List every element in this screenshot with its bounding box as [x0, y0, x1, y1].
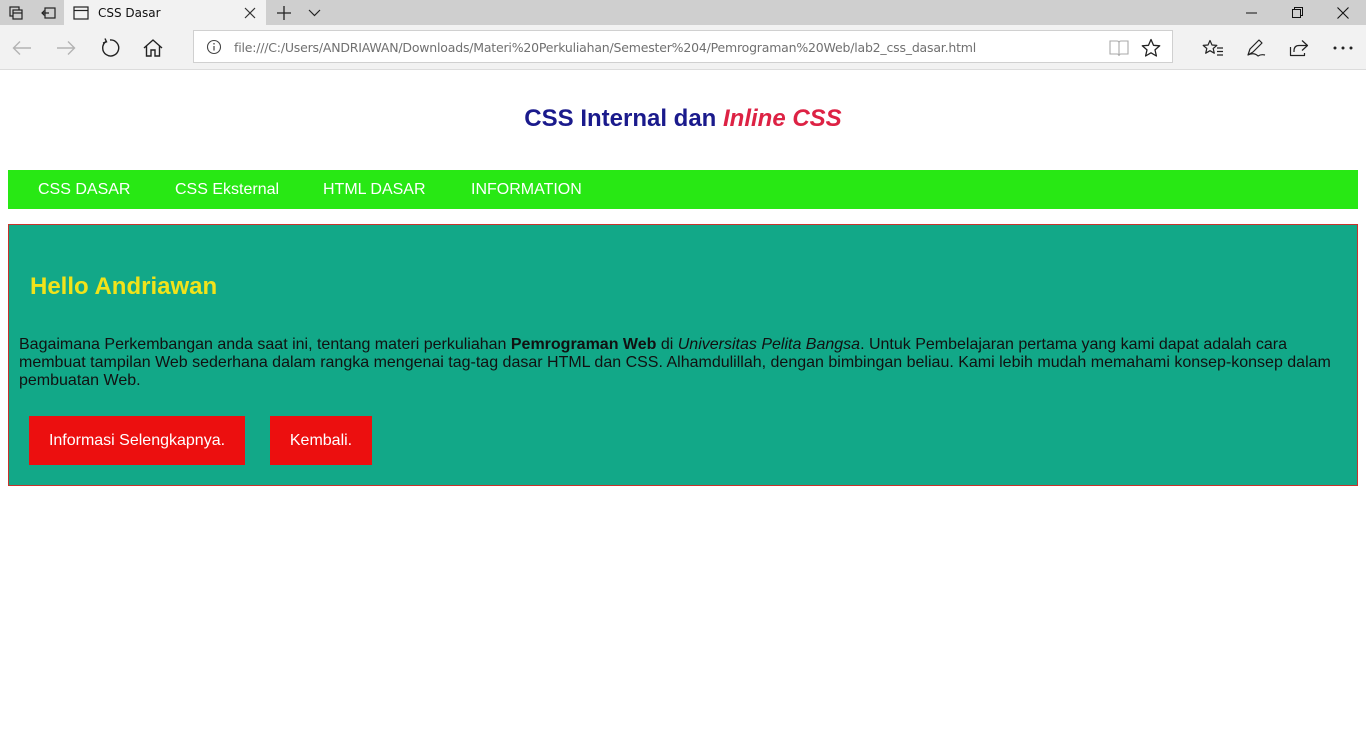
nav-menu: CSS DASAR CSS Eksternal HTML DASAR INFOR… [8, 170, 1358, 209]
favorites-icon[interactable] [1196, 31, 1230, 65]
page-icon [73, 5, 89, 21]
menu-item-css-dasar[interactable]: CSS DASAR [38, 170, 130, 209]
menu-item-css-eksternal[interactable]: CSS Eksternal [175, 170, 279, 209]
tab-title: CSS Dasar [98, 5, 161, 20]
minimize-icon[interactable] [1228, 0, 1274, 25]
chevron-down-icon[interactable] [298, 0, 330, 25]
pen-icon[interactable] [1239, 31, 1273, 65]
paragraph-italic-text: Universitas Pelita Bangsa [677, 336, 861, 353]
browser-toolbar: file:///C:/Users/ANDRIAWAN/Downloads/Mat… [0, 25, 1366, 70]
restore-icon[interactable] [1274, 0, 1320, 25]
plus-icon[interactable] [268, 0, 300, 25]
paragraph-text-1: Bagaimana Perkembangan anda saat ini, te… [19, 336, 511, 353]
star-icon[interactable] [1140, 37, 1162, 59]
page-heading: CSS Internal dan Inline CSS [0, 105, 1366, 133]
window-close-icon[interactable] [1320, 0, 1366, 25]
refresh-icon[interactable] [93, 31, 127, 65]
browser-title-bar: CSS Dasar [0, 0, 1366, 25]
home-icon[interactable] [136, 31, 170, 65]
set-aside-tabs-icon[interactable] [32, 0, 64, 25]
panel-title: Hello Andriawan [30, 273, 218, 300]
close-icon[interactable] [238, 1, 262, 25]
back-button[interactable]: Kembali. [270, 416, 372, 465]
active-tab[interactable]: CSS Dasar [64, 0, 266, 25]
more-info-button[interactable]: Informasi Selengkapnya. [29, 416, 245, 465]
forward-arrow-icon[interactable] [49, 31, 83, 65]
menu-item-information[interactable]: INFORMATION [471, 170, 582, 209]
tab-actions-icon[interactable] [0, 0, 32, 25]
more-icon[interactable] [1326, 31, 1360, 65]
address-bar[interactable]: file:///C:/Users/ANDRIAWAN/Downloads/Mat… [193, 30, 1173, 63]
reading-view-icon[interactable] [1108, 37, 1130, 59]
heading-main-text: CSS Internal dan [524, 105, 723, 132]
paragraph-bold-text: Pemrograman Web [510, 336, 657, 353]
content-panel: Hello Andriawan Bagaimana Perkembangan a… [8, 224, 1358, 486]
paragraph-text-2: di [656, 336, 678, 353]
url-text[interactable]: file:///C:/Users/ANDRIAWAN/Downloads/Mat… [234, 40, 976, 55]
share-icon[interactable] [1282, 31, 1316, 65]
heading-accent-text: Inline CSS [723, 105, 842, 132]
back-arrow-icon[interactable] [5, 31, 39, 65]
panel-paragraph: Bagaimana Perkembangan anda saat ini, te… [19, 336, 1349, 390]
menu-item-html-dasar[interactable]: HTML DASAR [323, 170, 426, 209]
info-icon[interactable] [206, 39, 222, 55]
